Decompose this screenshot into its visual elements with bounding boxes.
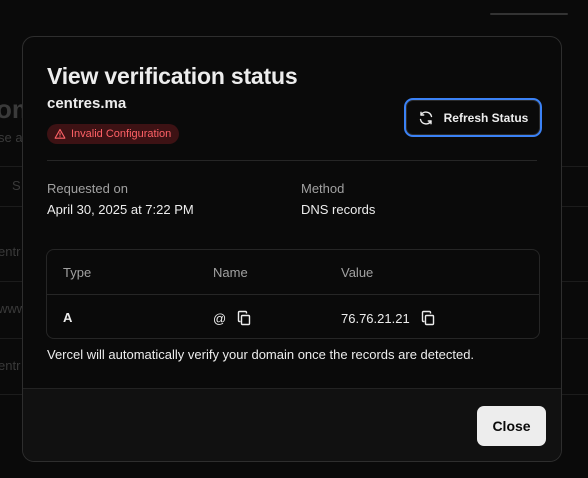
column-header-name: Name — [213, 265, 248, 280]
refresh-icon — [418, 110, 434, 126]
verification-note: Vercel will automatically verify your do… — [47, 347, 475, 362]
column-header-type: Type — [63, 265, 92, 280]
status-badge: Invalid Configuration — [47, 124, 180, 144]
record-value: 76.76.21.21 — [341, 310, 410, 326]
record-type: A — [63, 310, 73, 325]
background-text-fragment: entr — [0, 244, 21, 259]
copy-name-icon[interactable] — [236, 310, 252, 326]
refresh-status-label: Refresh Status — [443, 110, 529, 125]
requested-on-value: April 30, 2025 at 7:22 PM — [47, 202, 194, 217]
record-value-cell: 76.76.21.21 — [341, 310, 436, 326]
warning-triangle-icon — [54, 128, 66, 140]
record-name-cell: @ — [213, 310, 252, 326]
column-header-value: Value — [341, 265, 374, 280]
record-type-cell: A — [63, 310, 72, 325]
requested-on-label: Requested on — [47, 181, 128, 196]
method-value: DNS records — [301, 202, 376, 217]
verification-status-dialog: View verification status centres.ma Inva… — [22, 36, 562, 462]
method-label: Method — [301, 181, 345, 196]
background-text-fragment: entr — [0, 358, 21, 373]
background-text-fragment: se a — [0, 130, 23, 145]
copy-value-icon[interactable] — [420, 310, 436, 326]
domain-name: centres.ma — [47, 95, 127, 112]
header-divider — [47, 160, 537, 161]
record-name: @ — [213, 310, 227, 326]
close-button[interactable]: Close — [477, 406, 546, 446]
dialog-title: View verification status — [47, 63, 298, 89]
status-badge-label: Invalid Configuration — [71, 128, 172, 140]
refresh-status-button[interactable]: Refresh Status — [406, 100, 540, 135]
table-divider — [47, 294, 539, 295]
background-scrollbar — [490, 13, 568, 15]
dns-records-table: Type Name Value A @ 76.76.21.21 — [46, 249, 540, 339]
dialog-footer: Close — [23, 388, 561, 461]
background-text-fragment: S — [12, 178, 21, 193]
